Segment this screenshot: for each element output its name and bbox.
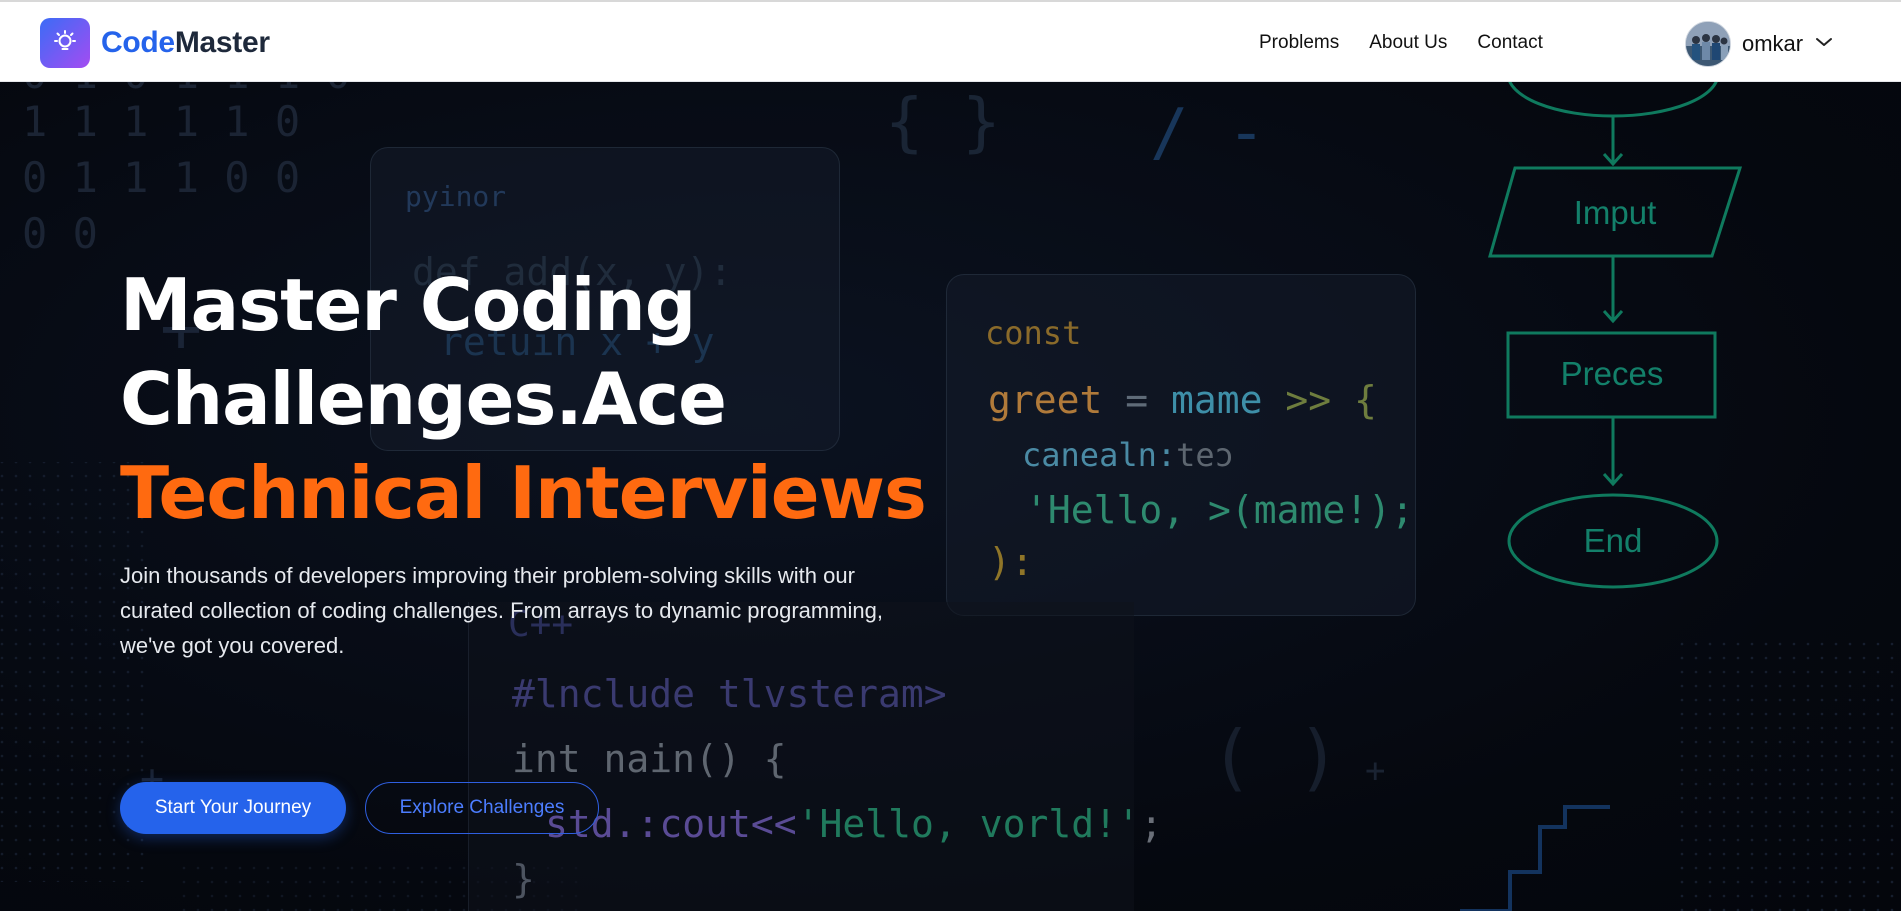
- js-token-arrow: >> {: [1262, 378, 1377, 422]
- cpp-token-semicolon: ;: [1139, 802, 1163, 846]
- cpp-code-line-2: int nain() {: [512, 737, 787, 781]
- binary-row-3: 0 1 1 1 0 0: [22, 153, 300, 202]
- flowchart-input-label: Imput: [1574, 194, 1657, 231]
- js-token-greet: greet: [988, 378, 1103, 422]
- top-navbar: CodeMaster Problems About Us Contact omk…: [0, 0, 1901, 82]
- binary-row-4: 0 0: [22, 209, 98, 258]
- brace-symbol: { }: [885, 86, 1001, 160]
- cpp-code-line-1: #lnclude tlvsteram>: [512, 672, 947, 716]
- js-code-line-2: greet = mame >> {: [988, 378, 1377, 422]
- lightbulb-icon: [40, 18, 90, 68]
- brand-name: CodeMaster: [101, 26, 270, 60]
- flowchart-process-label: Preces: [1561, 355, 1664, 392]
- nav-link-problems[interactable]: Problems: [1259, 32, 1339, 54]
- nav-link-contact[interactable]: Contact: [1477, 32, 1542, 54]
- user-menu[interactable]: omkar: [1685, 21, 1833, 67]
- hero-description: Join thousands of developers improving t…: [120, 563, 884, 658]
- brand-part-code: Code: [101, 26, 175, 59]
- brand-part-master: Master: [174, 26, 270, 59]
- start-your-journey-button[interactable]: Start Your Journey: [120, 782, 346, 834]
- avatar[interactable]: [1685, 21, 1731, 67]
- explore-challenges-button[interactable]: Explore Challenges: [365, 782, 599, 834]
- flowchart-end-label: End: [1584, 522, 1643, 559]
- hero-title-line-2: Challenges.Ace: [120, 357, 727, 441]
- logo[interactable]: CodeMaster: [40, 18, 270, 68]
- nav-link-about-us[interactable]: About Us: [1369, 32, 1447, 54]
- binary-row-1: 0 1 0 1 1 1 0: [22, 82, 351, 98]
- hero-section: 0 1 0 1 1 1 0 1 1 1 1 1 0 0 1 1 1 0 0 0 …: [0, 82, 1901, 911]
- js-code-line-1: const: [985, 314, 1082, 352]
- js-token-eq: =: [1102, 378, 1172, 422]
- cpp-code-line-4: }: [512, 857, 535, 901]
- binary-row-2: 1 1 1 1 1 0: [22, 97, 300, 146]
- js-code-line-3: canealn:teɔ: [1022, 436, 1234, 474]
- hero-title-accent: Technical Interviews: [120, 451, 927, 535]
- python-card-label: pyinor: [405, 180, 507, 213]
- js-token-mame: mame: [1171, 378, 1263, 422]
- plus-symbol: +: [1365, 751, 1385, 791]
- js-token-canealn: canealn:: [1022, 436, 1177, 474]
- hero-title-line-1: Master Coding: [120, 263, 696, 347]
- slash-symbol: / -: [1150, 96, 1266, 170]
- hero-title: Master Coding Challenges.Ace Technical I…: [120, 258, 927, 540]
- chevron-down-icon[interactable]: [1815, 35, 1833, 53]
- js-code-line-4: 'Hello, >(mame!);: [1025, 488, 1414, 532]
- cpp-token-string: 'Hello, vorld!': [796, 802, 1140, 846]
- username: omkar: [1742, 31, 1804, 56]
- js-token-teo: teɔ: [1176, 436, 1234, 474]
- parens-symbol: ( ): [1210, 715, 1340, 799]
- js-code-line-5: ):: [988, 540, 1034, 584]
- main-nav: Problems About Us Contact: [1259, 32, 1573, 54]
- cpp-code-line-3: std.:cout<<'Hello, vorld!';: [545, 802, 1163, 846]
